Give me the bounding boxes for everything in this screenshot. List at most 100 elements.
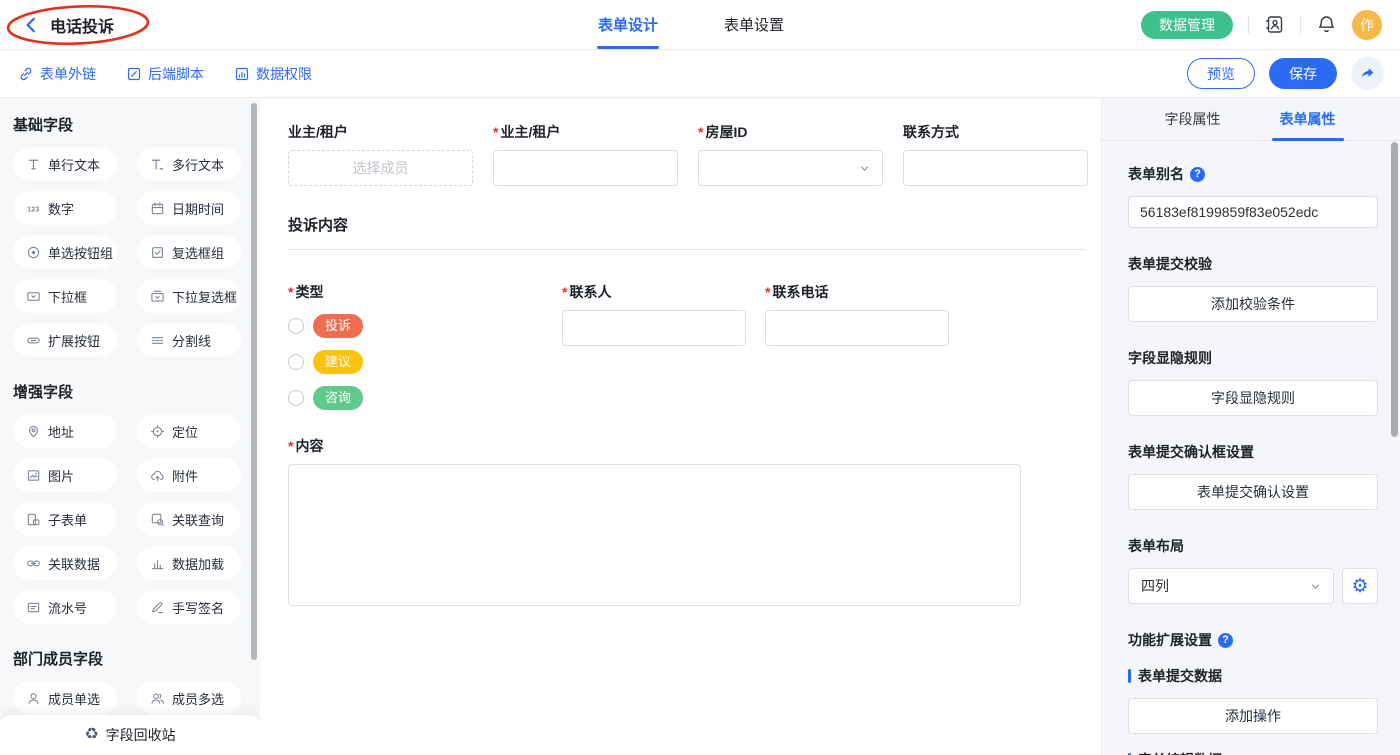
palette-item-image[interactable]: 图片	[13, 458, 117, 492]
share-button[interactable]	[1351, 57, 1384, 90]
properties-panel: 字段属性 表单属性 表单别名 ? 表单提交校验 添加校验条件 字段显隐规则	[1100, 98, 1400, 755]
back-title-group[interactable]: 电话投诉	[22, 0, 114, 49]
save-button[interactable]: 保存	[1269, 58, 1337, 89]
radio-circle[interactable]	[288, 354, 304, 370]
field-visibility-section: 字段显隐规则 字段显隐规则	[1128, 348, 1378, 416]
form-alias-input[interactable]	[1128, 196, 1378, 228]
palette-item-member-multi[interactable]: 成员多选	[137, 681, 241, 715]
palette-item-related-data[interactable]: 关联数据	[13, 546, 117, 580]
panel-scrollbar[interactable]	[1391, 142, 1398, 437]
section-complaint-content[interactable]: 投诉内容	[288, 214, 1086, 250]
palette-item-member-single[interactable]: 成员单选	[13, 681, 117, 715]
layout-gear-button[interactable]: ⚙	[1342, 568, 1378, 604]
palette-item-select[interactable]: 下拉框	[13, 279, 117, 313]
help-icon[interactable]: ?	[1218, 633, 1233, 648]
field-recycle-bin[interactable]: ♻ 字段回收站	[0, 715, 260, 755]
data-manage-button[interactable]: 数据管理	[1141, 11, 1233, 39]
owner-input[interactable]	[493, 150, 678, 186]
radio-icon	[26, 245, 41, 260]
field-visibility-button[interactable]: 字段显隐规则	[1128, 380, 1378, 416]
submit-confirm-button[interactable]: 表单提交确认设置	[1128, 474, 1378, 510]
palette-item-divider[interactable]: 分割线	[137, 323, 241, 357]
radio-option-consult[interactable]: 咨询	[288, 386, 562, 410]
field-owner-picker[interactable]: 业主/租户 选择成员	[288, 122, 473, 186]
sub-toolbar: 表单外链 后端脚本 数据权限 预览 保存	[0, 50, 1400, 98]
palette-item-multi-line-text[interactable]: 多行文本	[137, 147, 241, 181]
palette-item-number[interactable]: 数字	[13, 191, 117, 225]
palette-item-attachment[interactable]: 附件	[137, 458, 241, 492]
form-row-1: 业主/租户 选择成员 *业主/租户 *房屋ID 联系方式	[288, 122, 1100, 186]
palette-item-location[interactable]: 定位	[137, 414, 241, 448]
field-house-id[interactable]: *房屋ID	[698, 122, 883, 186]
palette-item-address[interactable]: 地址	[13, 414, 117, 448]
number-icon	[26, 201, 41, 216]
form-alias-label: 表单别名 ?	[1128, 164, 1378, 184]
palette-item-single-line-text[interactable]: 单行文本	[13, 147, 117, 181]
address-book-icon[interactable]	[1264, 14, 1285, 35]
tag-complaint: 投诉	[313, 314, 363, 338]
single-line-text-icon	[26, 157, 41, 172]
people-icon	[150, 691, 165, 706]
bar-chart-icon	[150, 556, 165, 571]
palette-item-serial-number[interactable]: 流水号	[13, 590, 117, 624]
extension-settings-label: 功能扩展设置 ?	[1128, 630, 1378, 650]
tag-suggestion: 建议	[313, 350, 363, 374]
back-icon[interactable]	[22, 16, 40, 34]
tab-form-settings[interactable]: 表单设置	[724, 0, 784, 49]
form-external-link[interactable]: 表单外链	[18, 64, 96, 84]
radio-option-complaint[interactable]: 投诉	[288, 314, 562, 338]
contact-way-input[interactable]	[903, 150, 1088, 186]
add-validation-button[interactable]: 添加校验条件	[1128, 286, 1378, 322]
notification-bell-icon[interactable]	[1316, 14, 1337, 35]
house-id-select[interactable]	[698, 150, 883, 186]
contact-name-input[interactable]	[562, 310, 746, 346]
field-contact-name[interactable]: *联系人	[562, 282, 746, 410]
cloud-upload-icon	[150, 468, 165, 483]
contact-phone-input[interactable]	[765, 310, 949, 346]
data-permission-link[interactable]: 数据权限	[234, 64, 312, 84]
data-permission-icon	[234, 66, 250, 82]
palette-item-radio-group[interactable]: 单选按钮组	[13, 235, 117, 269]
radio-circle[interactable]	[288, 390, 304, 406]
user-avatar[interactable]: 作	[1352, 10, 1382, 40]
palette-item-multi-select[interactable]: 下拉复选框	[137, 279, 241, 313]
palette-item-signature[interactable]: 手写签名	[137, 590, 241, 624]
palette-item-checkbox-group[interactable]: 复选框组	[137, 235, 241, 269]
backend-script-link[interactable]: 后端脚本	[126, 64, 204, 84]
field-content[interactable]: *内容	[288, 436, 1100, 611]
divider-lines-icon	[150, 333, 165, 348]
field-type-radio-group[interactable]: *类型 投诉 建议 咨询	[288, 282, 562, 410]
field-contact-phone[interactable]: *联系电话	[765, 282, 949, 410]
subform-icon	[26, 512, 41, 527]
form-canvas[interactable]: 业主/租户 选择成员 *业主/租户 *房屋ID 联系方式	[260, 98, 1100, 755]
multi-select-icon	[150, 289, 165, 304]
panel-body: 表单别名 ? 表单提交校验 添加校验条件 字段显隐规则 字段显隐规则 表单提交确…	[1100, 141, 1400, 755]
help-icon[interactable]: ?	[1190, 167, 1205, 182]
preview-button[interactable]: 预览	[1187, 58, 1255, 89]
radio-circle[interactable]	[288, 318, 304, 334]
field-contact-way[interactable]: 联系方式	[903, 122, 1088, 186]
tab-form-design[interactable]: 表单设计	[598, 0, 658, 49]
header-actions: 数据管理 作	[1141, 0, 1382, 49]
radio-option-suggestion[interactable]: 建议	[288, 350, 562, 374]
share-arrow-icon	[1359, 65, 1376, 82]
add-action-submit-button[interactable]: 添加操作	[1128, 698, 1378, 734]
sidebar-scrollbar[interactable]	[251, 103, 257, 660]
palette-item-extend-button[interactable]: 扩展按钮	[13, 323, 117, 357]
palette-item-subform[interactable]: 子表单	[13, 502, 117, 536]
field-owner-text[interactable]: *业主/租户	[493, 122, 678, 186]
palette-item-related-query[interactable]: 关联查询	[137, 502, 241, 536]
top-header: 电话投诉 表单设计 表单设置 数据管理 作	[0, 0, 1400, 50]
divider	[1248, 16, 1249, 34]
palette-item-datetime[interactable]: 日期时间	[137, 191, 241, 225]
divider	[1300, 16, 1301, 34]
content-textarea[interactable]	[288, 464, 1021, 606]
tab-form-properties[interactable]: 表单属性	[1280, 98, 1336, 140]
chevron-down-icon	[1309, 580, 1322, 593]
layout-select[interactable]: 四列	[1128, 568, 1334, 604]
member-picker-box[interactable]: 选择成员	[288, 150, 473, 186]
tab-field-properties[interactable]: 字段属性	[1165, 98, 1221, 140]
palette-item-data-load[interactable]: 数据加载	[137, 546, 241, 580]
link-icon	[18, 66, 34, 82]
submit-confirm-section: 表单提交确认框设置 表单提交确认设置	[1128, 442, 1378, 510]
